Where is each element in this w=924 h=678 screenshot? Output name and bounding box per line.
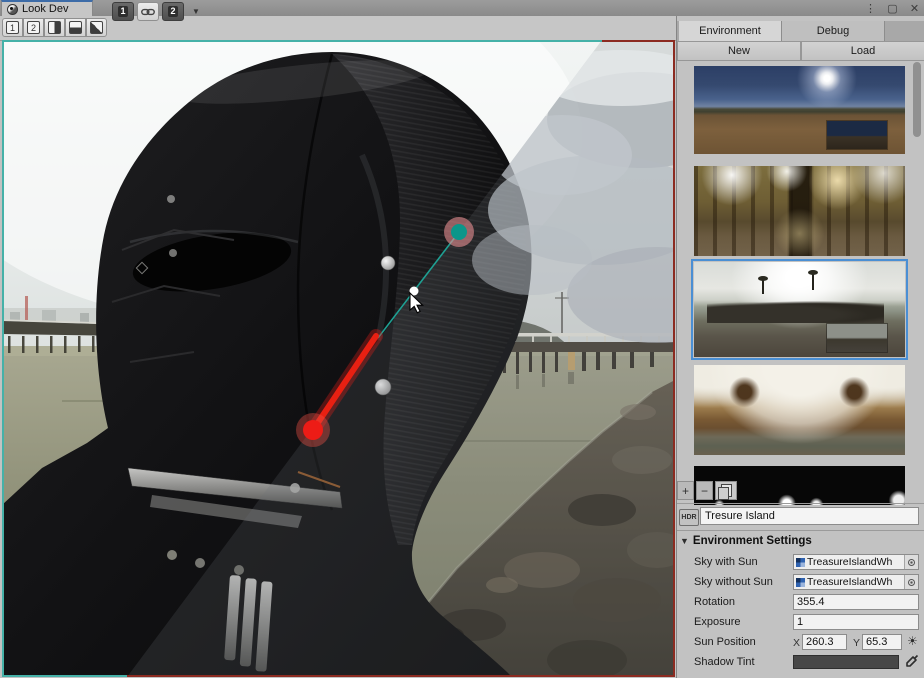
camera-1-button[interactable]: 1 bbox=[112, 2, 134, 21]
layout-split-horizontal-button[interactable] bbox=[65, 18, 86, 37]
rotation-input[interactable]: 355.4 bbox=[793, 594, 919, 610]
single-view-2-icon: 2 bbox=[27, 21, 40, 34]
split-vertical-icon bbox=[48, 21, 61, 34]
layout-single-2-button[interactable]: 2 bbox=[23, 18, 44, 37]
window-close-icon[interactable]: ✕ bbox=[906, 1, 923, 15]
environment-settings-header: Environment Settings bbox=[693, 535, 812, 547]
scene-render bbox=[2, 40, 675, 677]
tab-debug[interactable]: Debug bbox=[782, 21, 885, 41]
window-tab-title: Look Dev bbox=[22, 3, 68, 15]
new-environment-button[interactable]: New bbox=[677, 41, 801, 61]
foldout-triangle-icon: ▼ bbox=[680, 536, 689, 546]
object-picker-icon[interactable] bbox=[904, 555, 918, 569]
camera-options-dropdown[interactable]: ▼ bbox=[188, 2, 204, 21]
eyedropper-icon[interactable] bbox=[905, 654, 919, 668]
cubemap-texture-icon bbox=[796, 558, 805, 567]
sun-position-label: Sun Position bbox=[694, 636, 756, 648]
rotation-label: Rotation bbox=[694, 596, 735, 608]
link-icon bbox=[141, 7, 155, 17]
object-picker-icon[interactable] bbox=[904, 575, 918, 589]
duplicate-icon bbox=[721, 484, 732, 497]
lookdev-window: Look Dev ⋮ ▢ ✕ 1 2 1 2 ▼ bbox=[0, 0, 924, 678]
layout-split-diagonal-button[interactable] bbox=[86, 18, 107, 37]
camera-2-icon: 2 bbox=[168, 6, 177, 17]
thumbnail-scrollbar[interactable] bbox=[913, 62, 921, 137]
gizmo-endpoint-top[interactable] bbox=[451, 224, 467, 240]
sky-without-sun-object-field[interactable]: TreasureIslandWh bbox=[793, 574, 919, 590]
env-thumbnail-treasure-island[interactable] bbox=[694, 262, 905, 357]
exposure-input[interactable]: 1 bbox=[793, 614, 919, 630]
hdr-badge: HDR bbox=[679, 509, 699, 526]
environment-settings-foldout[interactable]: ▼ Environment Settings bbox=[680, 535, 812, 547]
exposure-label: Exposure bbox=[694, 616, 740, 628]
split-horizontal-icon bbox=[69, 21, 82, 34]
palm-tree bbox=[812, 274, 814, 290]
sun-y-label: Y bbox=[853, 637, 860, 649]
add-environment-button[interactable]: + bbox=[677, 481, 694, 500]
camera-2-button[interactable]: 2 bbox=[162, 2, 184, 21]
link-cameras-button[interactable] bbox=[137, 2, 159, 21]
palm-tree bbox=[762, 280, 764, 294]
sky-with-sun-value: TreasureIslandWh bbox=[807, 556, 904, 568]
lookdev-viewport[interactable] bbox=[2, 40, 675, 677]
sun-x-label: X bbox=[793, 637, 800, 649]
window-maximize-icon[interactable]: ▢ bbox=[884, 1, 901, 15]
sun-x-input[interactable]: 260.3 bbox=[802, 634, 847, 650]
radio-tower bbox=[25, 296, 28, 320]
sky-with-sun-label: Sky with Sun bbox=[694, 556, 758, 568]
env-thumbnail-forest[interactable] bbox=[694, 166, 905, 256]
layout-single-1-button[interactable]: 1 bbox=[2, 18, 23, 37]
load-environment-button[interactable]: Load bbox=[801, 41, 924, 61]
sun-position-picker-icon[interactable]: ☀ bbox=[907, 635, 918, 647]
env-thumbnail-outback[interactable] bbox=[694, 66, 905, 154]
split-diagonal-icon bbox=[90, 21, 103, 34]
shadow-tint-swatch[interactable] bbox=[793, 655, 899, 669]
single-view-1-icon: 1 bbox=[6, 21, 19, 34]
duplicate-environment-button[interactable] bbox=[715, 481, 737, 500]
remove-environment-button[interactable]: − bbox=[696, 481, 713, 500]
gizmo-endpoint-bottom[interactable] bbox=[303, 420, 323, 440]
sun-y-input[interactable]: 65.3 bbox=[862, 634, 902, 650]
tab-environment[interactable]: Environment bbox=[679, 21, 782, 41]
lookdev-eye-icon bbox=[7, 4, 18, 15]
cubemap-texture-icon bbox=[796, 578, 805, 587]
sky-without-sun-value: TreasureIslandWh bbox=[807, 576, 904, 588]
sky-with-sun-object-field[interactable]: TreasureIslandWh bbox=[793, 554, 919, 570]
hdr-name-input[interactable] bbox=[700, 507, 919, 525]
env-thumbnail-church[interactable] bbox=[694, 365, 905, 455]
shadow-tint-label: Shadow Tint bbox=[694, 656, 755, 668]
camera-1-icon: 1 bbox=[118, 6, 127, 17]
sky-without-sun-label: Sky without Sun bbox=[694, 576, 773, 588]
env-thumbnail-outback-inset bbox=[827, 121, 887, 149]
layout-split-vertical-button[interactable] bbox=[44, 18, 65, 37]
island-silhouette bbox=[707, 300, 884, 323]
env-thumbnail-treasure-island-inset bbox=[827, 324, 887, 352]
environment-panel: Environment Debug New Load + − HDR bbox=[676, 16, 924, 678]
tab-look-dev[interactable]: Look Dev bbox=[1, 0, 93, 16]
window-menu-icon[interactable]: ⋮ bbox=[862, 1, 879, 15]
